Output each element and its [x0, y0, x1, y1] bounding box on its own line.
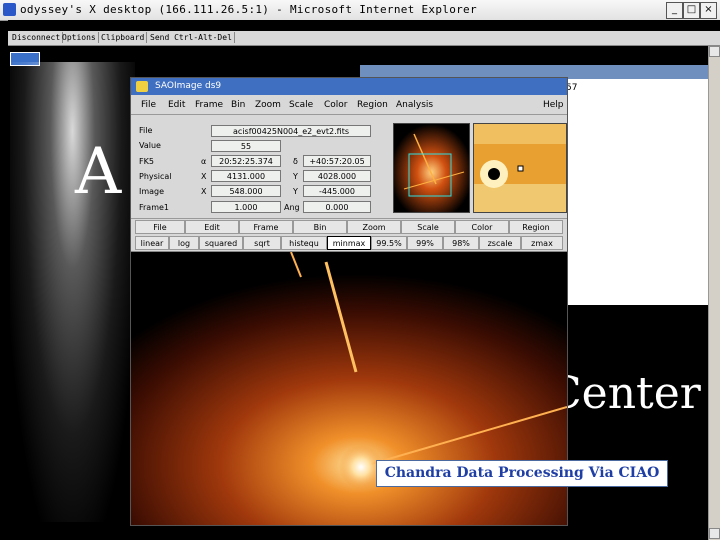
physical-x-field: 4131.000 — [211, 170, 281, 182]
menu-frame[interactable]: Frame — [195, 100, 223, 110]
btn-scale-squared[interactable]: squared — [199, 236, 243, 250]
disconnect-button[interactable]: Disconnect — [10, 32, 64, 43]
btn-zoom[interactable]: Zoom — [347, 220, 401, 234]
ds9-menubar: File Edit Frame Bin Zoom Scale Color Reg… — [131, 96, 567, 115]
ra-field: 20:52:25.374 — [211, 155, 281, 167]
buttonbar-scale: linear log squared sqrt histequ minmax 9… — [131, 235, 567, 252]
btn-color[interactable]: Color — [455, 220, 509, 234]
panner-image — [394, 124, 469, 212]
ie-icon — [3, 3, 16, 16]
btn-region[interactable]: Region — [509, 220, 563, 234]
clipboard-button[interactable]: Clipboard — [99, 32, 148, 43]
angle-label: Ang — [284, 203, 300, 212]
dec-field: +40:57:20.05 — [303, 155, 371, 167]
maximize-button[interactable]: □ — [683, 2, 700, 19]
minimize-button[interactable]: _ — [666, 2, 683, 19]
btn-scale-sqrt[interactable]: sqrt — [243, 236, 281, 250]
btn-frame[interactable]: Frame — [239, 220, 293, 234]
menu-region[interactable]: Region — [357, 100, 388, 110]
btn-scale-minmax[interactable]: minmax — [327, 236, 371, 250]
btn-bin[interactable]: Bin — [293, 220, 347, 234]
menu-help[interactable]: Help — [543, 100, 564, 110]
panner-view[interactable] — [393, 123, 470, 213]
magnifier-view — [473, 123, 567, 213]
image-x-field: 548.000 — [211, 185, 281, 197]
slide-letter: A — [75, 135, 122, 209]
vertical-scrollbar[interactable] — [708, 46, 720, 540]
slide-heading: Center — [548, 368, 701, 419]
fk5-label: FK5 — [139, 157, 154, 166]
menu-color[interactable]: Color — [324, 100, 348, 110]
vnc-toolbar: Disconnect Options Clipboard Send Ctrl-A… — [8, 31, 720, 46]
menu-file[interactable]: File — [141, 100, 156, 110]
buttonbar-main: File Edit Frame Bin Zoom Scale Color Reg… — [131, 218, 567, 236]
image-y-field: -445.000 — [303, 185, 371, 197]
menu-analysis[interactable]: Analysis — [396, 100, 433, 110]
menu-bin[interactable]: Bin — [231, 100, 245, 110]
ds9-app-icon — [136, 81, 148, 92]
btn-scale-linear[interactable]: linear — [135, 236, 169, 250]
value-label: Value — [139, 141, 161, 150]
scroll-down-icon[interactable] — [709, 528, 720, 539]
image-x-label: X — [201, 187, 207, 196]
slide-caption: Chandra Data Processing Via CIAO — [376, 460, 668, 487]
physical-y-label: Y — [293, 172, 298, 181]
angle-field: 0.000 — [303, 201, 371, 213]
btn-scale[interactable]: Scale — [401, 220, 455, 234]
options-button[interactable]: Options — [60, 32, 99, 43]
file-label: File — [139, 126, 153, 135]
frame-label: Frame1 — [139, 203, 170, 212]
ds9-window: SAOImage ds9 File Edit Frame Bin Zoom Sc… — [130, 77, 568, 526]
btn-scale-log[interactable]: log — [169, 236, 199, 250]
ds9-titlebar: SAOImage ds9 — [131, 78, 567, 95]
btn-edit[interactable]: Edit — [185, 220, 239, 234]
value-field: 55 — [211, 140, 281, 152]
menu-scale[interactable]: Scale — [289, 100, 313, 110]
zoom-field: 1.000 — [211, 201, 281, 213]
btn-scale-histequ[interactable]: histequ — [281, 236, 327, 250]
send-ctrl-alt-del-button[interactable]: Send Ctrl-Alt-Del — [148, 32, 235, 43]
close-button[interactable]: × — [700, 2, 717, 19]
window-titlebar: odyssey's X desktop (166.111.26.5:1) - M… — [0, 0, 720, 21]
physical-label: Physical — [139, 172, 172, 181]
physical-x-label: X — [201, 172, 207, 181]
btn-file[interactable]: File — [135, 220, 185, 234]
window-title: odyssey's X desktop (166.111.26.5:1) - M… — [20, 3, 477, 16]
btn-scale-zscale[interactable]: zscale — [479, 236, 521, 250]
btn-scale-99-5[interactable]: 99.5% — [371, 236, 407, 250]
btn-scale-99[interactable]: 99% — [407, 236, 443, 250]
menu-zoom[interactable]: Zoom — [255, 100, 281, 110]
delta-label: δ — [293, 157, 298, 166]
btn-scale-zmax[interactable]: zmax — [521, 236, 563, 250]
scroll-up-icon[interactable] — [709, 46, 720, 57]
nebula-background — [10, 62, 135, 522]
magnifier-image — [474, 124, 566, 212]
magnifier-cursor — [517, 165, 524, 172]
image-y-label: Y — [293, 187, 298, 196]
image-label: Image — [139, 187, 165, 196]
menu-edit[interactable]: Edit — [168, 100, 185, 110]
file-field: acisf00425N004_e2_evt2.fits — [211, 125, 371, 137]
btn-scale-98[interactable]: 98% — [443, 236, 479, 250]
alpha-label: α — [201, 157, 207, 166]
physical-y-field: 4028.000 — [303, 170, 371, 182]
